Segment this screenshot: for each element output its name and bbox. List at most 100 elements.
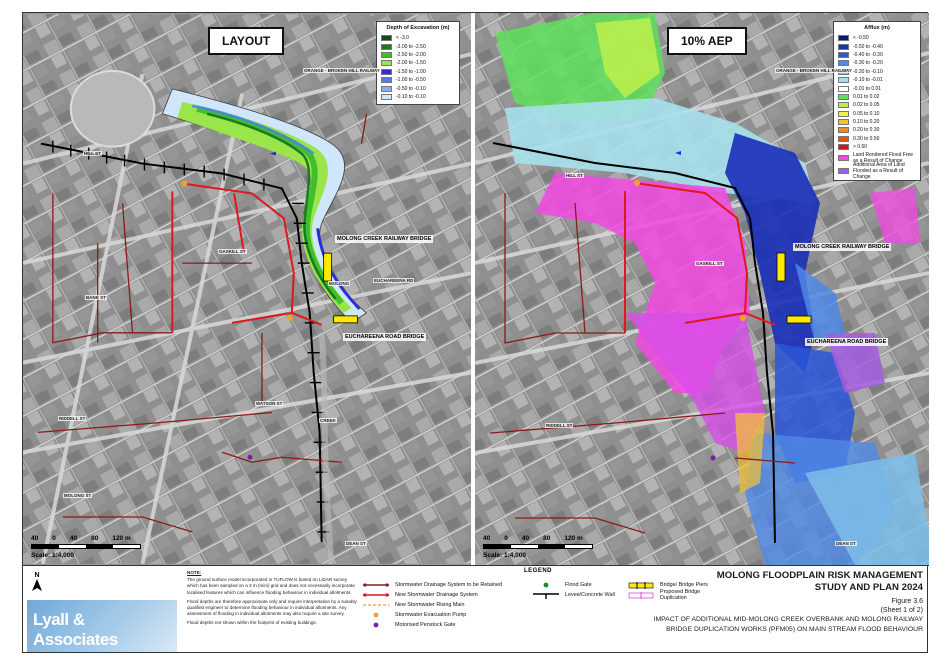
railway-label-right: ORANGE - BROKEN HILL RAILWAY [775,68,853,73]
legend-swatch [381,51,392,58]
legend-swatch [838,102,849,109]
legend-swatch [838,144,849,151]
street-label-hill: HILL ST [83,151,102,156]
legend-item: Flood Gate [533,580,615,590]
legend-row: -0.40 to -0.30 [838,51,916,59]
street-label-gaskill-right: GASKILL ST [695,261,724,266]
legend-label: -1.00 to -0.50 [396,77,426,84]
note-paragraph: Flood depths are therefore approximate o… [187,598,357,617]
legend-label: -2.50 to -2.00 [396,51,426,58]
scale-tick: 40 [31,535,39,542]
excavation-legend-title: Depth of Excavation (m) [386,25,450,31]
railway-bridge-label: MOLONG CREEK RAILWAY BRIDGE [335,235,434,244]
legend-swatch [838,110,849,117]
legend-label: 0.20 to 0.30 [853,127,880,134]
legend-label: -0.40 to -0.30 [853,51,883,58]
scale-tick: 40 [521,535,530,542]
street-label-dean: DEAN ST [345,541,367,546]
title-block: MOLONG FLOODPLAIN RISK MANAGEMENT STUDY … [623,570,923,634]
title-strip: N Lyall & Associates NOTE: The ground su… [23,565,929,654]
note-paragraph: The ground surface model incorporated in… [187,577,355,595]
legend-label: 0.10 to 0.20 [853,119,880,126]
legend-label: > 0.50 [853,144,868,151]
legend-label: -0.30 to -0.20 [853,60,883,67]
afflux-map-panel: 10% AEP Afflux (m) < -0.50 -0.50 to -0.40… [475,13,929,565]
road-bridge-label-right: EUCHAREENA ROAD BRIDGE [805,338,889,347]
road-bridge-label: EUCHAREENA ROAD BRIDGE [343,333,427,342]
legend-swatch [838,43,849,50]
legend-row: -0.10 to -0.10 [381,93,455,101]
legend-row: 0.20 to 0.30 [838,126,916,134]
legend-swatch [838,167,849,174]
legend-swatch [838,119,849,126]
legend-row: -1.50 to -1.00 [381,68,455,76]
study-subtitle: STUDY AND PLAN 2024 [814,581,923,593]
legend-swatch [838,85,849,92]
legend-swatch [381,68,392,75]
sheet-number: (Sheet 1 of 2) [880,607,923,615]
legend-label: -0.10 to -0.01 [853,77,883,84]
legend-label: 0.02 to 0.05 [853,102,880,109]
scale-tick: 40 [69,535,78,542]
legend-row: -2.50 to -2.00 [381,51,455,59]
scale-tick: 0 [504,535,508,542]
legend-swatch [838,127,849,134]
legend-label: < -0.50 [853,35,869,42]
layout-panel-tag: LAYOUT [208,27,285,55]
scale-tick: 80 [91,535,99,542]
legend-label: -0.50 to -0.10 [396,85,426,92]
legend-row: < -0.50 [838,34,916,42]
note-heading: NOTE: [187,570,202,575]
legend-label: -0.10 to -0.10 [396,93,426,100]
legend-swatch [381,77,392,84]
company-logo: Lyall & Associates [27,600,177,652]
creek-label: CREEK [319,418,337,423]
legend-label: < -3.0 [396,35,409,42]
legend-label: Additional Area of Land Flooded as a Res… [853,161,905,180]
legend-label: 0.30 to 0.50 [853,135,880,142]
scale-bar-right: 40 0 40 80 120 m Scale: 1:4,000 [483,535,593,559]
afflux-legend-title: Afflux (m) [864,25,890,31]
legend-row: -0.01 to 0.01 [838,84,916,92]
scale-tick: 40 [483,535,491,542]
legend-row: < -3.0 [381,34,455,42]
legend-swatch [381,93,392,100]
street-label-gaskill: GASKILL ST [218,249,247,254]
note-paragraph: Flood depths not shown within the footpr… [187,620,317,626]
street-label-dean-right: DEAN ST [835,541,857,546]
afflux-panel-tag: 10% AEP [667,27,747,55]
figure-number: Figure 3.6 [891,598,923,605]
legend-swatch [381,43,392,50]
legend-item: Stormwater Drainage System to be Retaine… [363,580,502,590]
railway-bridge-label-right: MOLONG CREEK RAILWAY BRIDGE [793,243,892,252]
note-block: NOTE: The ground surface model incorpora… [187,570,359,630]
legend-row: -1.00 to -0.50 [381,76,455,84]
street-label-riddell: RIDDELL ST [58,416,87,421]
legend-row: -3.00 to -2.50 [381,42,455,50]
figure-description: BRIDGE DUPLICATION WORKS (PFM05) ON MAIN… [666,625,923,633]
street-label-euchareena: EUCHAREENA RD [373,278,415,283]
railway-label: ORANGE - BROKEN HILL RAILWAY [303,68,381,73]
street-label-riddell-right: RIDDELL ST [545,423,574,428]
legend-swatch [838,51,849,58]
legend-item: Motorised Penstock Gate [363,620,502,630]
legend-swatch [838,93,849,100]
legend-label: -0.20 to -0.10 [853,68,883,75]
street-label-watson: WATSON ST [255,401,284,406]
legend-item: New Stormwater Drainage System [363,590,502,600]
scale-label: Scale: 1:4,000 [483,552,527,559]
legend-row: > 0.50 [838,143,916,151]
legend-swatch [838,35,849,42]
layout-map-panel: LAYOUT Depth of Excavation (m) < -3.0 -3.… [23,13,473,565]
legend-swatch [838,60,849,67]
legend-label: -1.50 to -1.00 [396,68,426,75]
legend-row: 0.05 to 0.10 [838,110,916,118]
legend-row: 0.10 to 0.20 [838,118,916,126]
legend-swatch [838,77,849,84]
north-arrow-icon: N [29,572,45,594]
street-label-bank: BANK ST [85,295,107,300]
legend-swatch [381,85,392,92]
legend-label: -0.01 to 0.01 [853,85,882,92]
legend-row: 0.30 to 0.50 [838,135,916,143]
legend-swatch [838,135,849,142]
